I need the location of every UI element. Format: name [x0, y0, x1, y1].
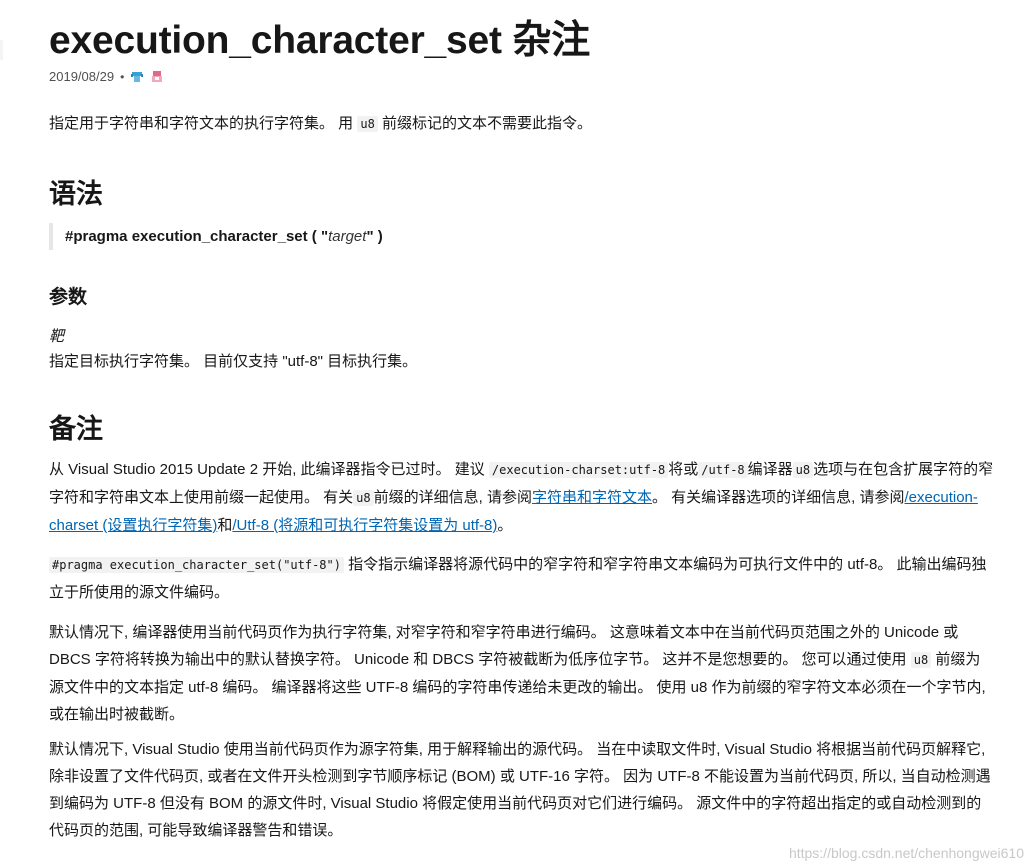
pragma-code: #pragma execution_character_set("utf-8")	[49, 557, 344, 573]
publish-date: 2019/08/29	[49, 69, 115, 84]
article-metadata: 2019/08/29 •	[49, 69, 164, 84]
intro-text: 指定用于字符串和字符文本的执行字符集。 用	[49, 115, 354, 132]
left-edge-bar	[0, 40, 3, 60]
text: 前缀的详细信息, 请参阅	[373, 489, 532, 506]
remarks-paragraph-3: 默认情况下, 编译器使用当前代码页作为执行字符集, 对窄字符和窄字符串进行编码。…	[49, 619, 994, 728]
remarks-heading: 备注	[49, 414, 103, 444]
text: 从 Visual Studio 2015 Update 2 开始, 此编译器指令…	[49, 461, 485, 478]
text: 。 有关编译器选项的详细信息, 请参阅	[651, 489, 905, 506]
code-u8: u8	[353, 490, 374, 506]
remarks-paragraph-1: 从 Visual Studio 2015 Update 2 开始, 此编译器指令…	[49, 456, 994, 539]
meta-separator: •	[120, 69, 125, 84]
text: 编译器	[747, 461, 793, 478]
code-u8: u8	[792, 462, 814, 478]
page-title: execution_character_set 杂注	[49, 19, 591, 62]
syntax-heading: 语法	[49, 179, 103, 209]
syntax-close: " )	[366, 228, 383, 245]
text: 默认情况下, 编译器使用当前代码页作为执行字符集, 对窄字符和窄字符串进行编码。…	[49, 624, 959, 668]
code-utf8: /utf-8	[698, 462, 748, 478]
code-u8: u8	[910, 652, 932, 668]
parameter-name: 靶	[49, 328, 65, 345]
text: 和	[217, 517, 233, 534]
parameter-description: 指定目标执行字符集。 目前仅支持 "utf-8" 目标执行集。	[49, 353, 418, 370]
link-string-and-char-literals[interactable]: 字符串和字符文本	[532, 489, 652, 506]
pragma-keyword: #pragma execution_character_set	[65, 228, 308, 245]
link-utf8-option[interactable]: /Utf-8 (将源和可执行字符集设置为 utf-8)	[232, 517, 497, 534]
syntax-block: #pragma execution_character_set ( "targe…	[49, 223, 989, 250]
u8-code: u8	[357, 116, 378, 132]
text: 。	[497, 517, 513, 534]
remarks-paragraph-4: 默认情况下, Visual Studio 使用当前代码页作为源字符集, 用于解释…	[49, 741, 991, 839]
watermark: https://blog.csdn.net/chenhongwei610	[788, 845, 1024, 861]
syntax-target: target	[328, 228, 367, 245]
text: 将或	[668, 461, 699, 478]
contributor-avatar-1[interactable]	[130, 70, 144, 84]
syntax-open: ( "	[307, 228, 329, 245]
intro-text-2: 前缀标记的文本不需要此指令。	[381, 115, 592, 132]
code-execution-charset: /execution-charset:utf-8	[488, 462, 669, 478]
remarks-paragraph-2: #pragma execution_character_set("utf-8")…	[49, 551, 994, 606]
contributor-avatar-2[interactable]	[150, 70, 164, 84]
parameters-heading: 参数	[49, 287, 88, 308]
intro-paragraph: 指定用于字符串和字符文本的执行字符集。 用 u8 前缀标记的文本不需要此指令。	[49, 113, 592, 135]
